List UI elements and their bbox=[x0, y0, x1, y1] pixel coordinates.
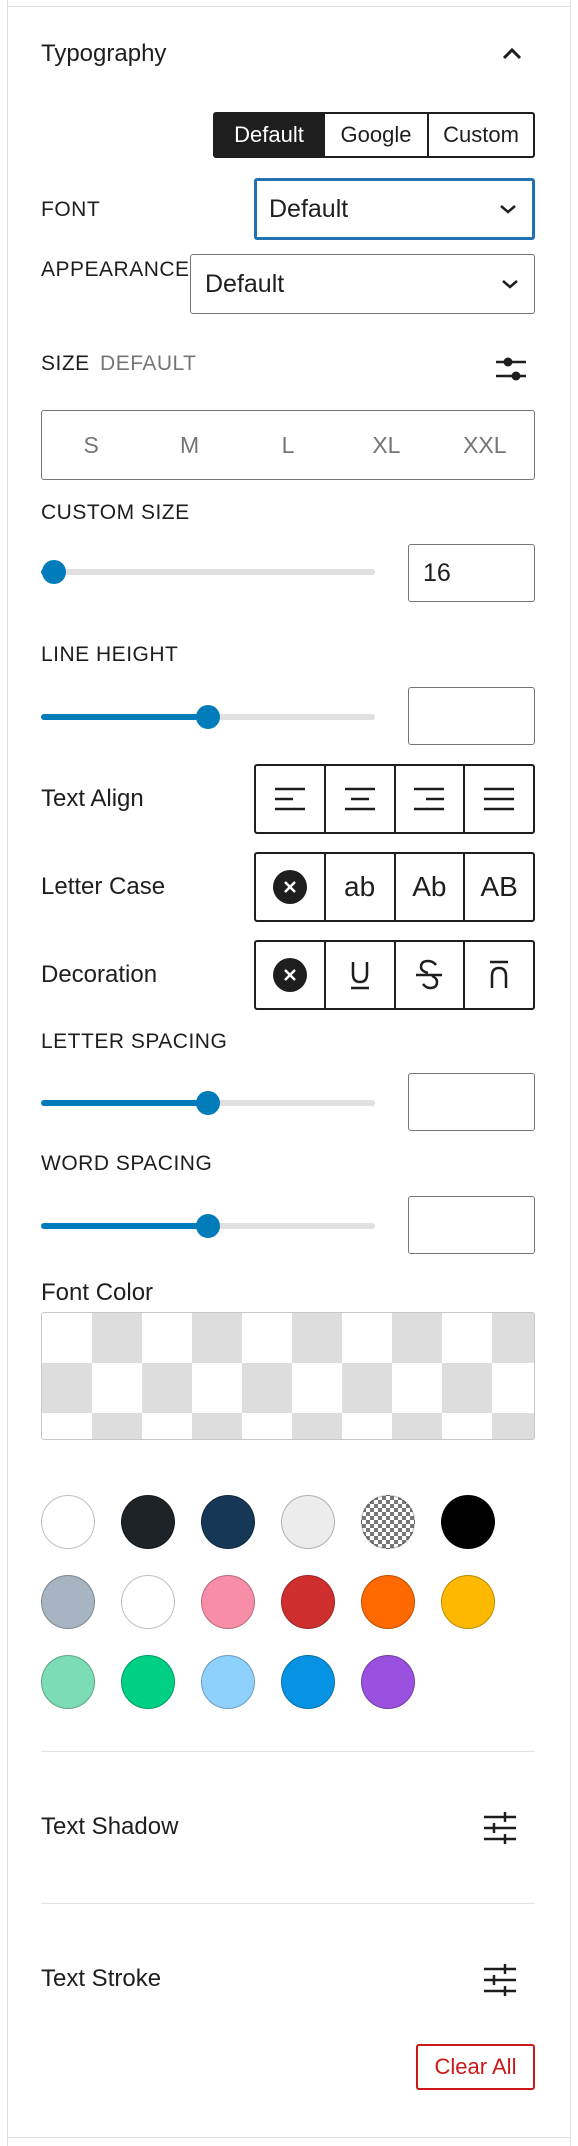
bottom-border bbox=[7, 2137, 571, 2138]
size-option-m[interactable]: M bbox=[140, 411, 238, 479]
text-align-group bbox=[254, 764, 535, 834]
color-swatch[interactable] bbox=[281, 1575, 335, 1629]
color-swatch[interactable] bbox=[121, 1495, 175, 1549]
slider-thumb[interactable] bbox=[42, 560, 67, 584]
sliders-icon[interactable] bbox=[494, 352, 528, 386]
color-swatch[interactable] bbox=[441, 1575, 495, 1629]
font-color-label: Font Color bbox=[41, 1279, 154, 1306]
settings-sliders-icon[interactable] bbox=[483, 1963, 517, 1997]
decoration-label: Decoration bbox=[41, 961, 158, 988]
color-swatch[interactable] bbox=[441, 1495, 495, 1549]
size-label: SIZE DEFAULT bbox=[41, 352, 197, 376]
slider-track bbox=[41, 569, 375, 575]
underline-icon[interactable] bbox=[323, 942, 394, 1008]
size-label-text: SIZE bbox=[41, 352, 90, 375]
font-source-toggle: Default Google Custom bbox=[213, 112, 535, 158]
color-swatch[interactable] bbox=[281, 1655, 335, 1709]
word-spacing-input[interactable] bbox=[408, 1196, 535, 1254]
letter-case-group: ab Ab AB bbox=[254, 852, 535, 922]
font-source-default-button[interactable]: Default bbox=[215, 114, 323, 156]
decoration-group bbox=[254, 940, 535, 1010]
divider bbox=[41, 1751, 535, 1752]
color-swatch[interactable] bbox=[361, 1575, 415, 1629]
overline-icon[interactable] bbox=[463, 942, 533, 1008]
align-left-icon[interactable] bbox=[256, 766, 324, 832]
font-source-google-button[interactable]: Google bbox=[323, 114, 427, 156]
section-title: Typography bbox=[41, 40, 167, 67]
line-height-slider[interactable] bbox=[41, 705, 375, 729]
letter-case-capitalize-button[interactable]: Ab bbox=[393, 854, 464, 920]
text-stroke-label: Text Stroke bbox=[41, 1965, 162, 1992]
slider-fill bbox=[41, 1100, 208, 1106]
slider-thumb[interactable] bbox=[196, 1214, 220, 1238]
font-label: FONT bbox=[41, 198, 101, 221]
chevron-down-icon bbox=[500, 205, 516, 214]
color-swatch[interactable] bbox=[41, 1575, 95, 1629]
color-swatch[interactable] bbox=[281, 1495, 335, 1549]
top-border bbox=[7, 6, 571, 7]
clear-all-button[interactable]: Clear All bbox=[416, 2044, 535, 2090]
font-source-custom-button[interactable]: Custom bbox=[427, 114, 533, 156]
color-swatch[interactable] bbox=[41, 1495, 95, 1549]
font-select[interactable]: Default bbox=[254, 178, 535, 240]
chevron-up-icon[interactable] bbox=[496, 38, 528, 70]
color-swatch[interactable] bbox=[361, 1655, 415, 1709]
size-option-xl[interactable]: XL bbox=[337, 411, 435, 479]
color-swatch[interactable] bbox=[201, 1575, 255, 1629]
custom-size-label: CUSTOM SIZE bbox=[41, 501, 190, 524]
font-select-value: Default bbox=[269, 194, 349, 223]
divider bbox=[41, 1903, 535, 1904]
custom-size-slider[interactable] bbox=[41, 560, 375, 584]
text-shadow-label: Text Shadow bbox=[41, 1813, 179, 1840]
letter-case-lowercase-button[interactable]: ab bbox=[323, 854, 394, 920]
color-swatch[interactable] bbox=[361, 1495, 415, 1549]
slider-fill bbox=[41, 714, 208, 720]
color-swatch[interactable] bbox=[201, 1655, 255, 1709]
align-center-icon[interactable] bbox=[323, 766, 394, 832]
letter-spacing-label: LETTER SPACING bbox=[41, 1030, 228, 1053]
appearance-select[interactable]: Default bbox=[190, 254, 535, 314]
line-height-input[interactable] bbox=[408, 687, 535, 745]
slider-fill bbox=[41, 1223, 208, 1229]
color-swatch[interactable] bbox=[121, 1575, 175, 1629]
text-align-label: Text Align bbox=[41, 785, 144, 812]
word-spacing-label: WORD SPACING bbox=[41, 1152, 213, 1175]
font-color-preview[interactable] bbox=[41, 1312, 535, 1440]
color-swatch[interactable] bbox=[41, 1655, 95, 1709]
color-swatch[interactable] bbox=[201, 1495, 255, 1549]
appearance-select-value: Default bbox=[205, 269, 285, 298]
size-picker: S M L XL XXL bbox=[41, 410, 535, 480]
align-justify-icon[interactable] bbox=[463, 766, 533, 832]
settings-sliders-icon[interactable] bbox=[483, 1811, 517, 1845]
strikethrough-icon[interactable] bbox=[393, 942, 464, 1008]
color-swatch[interactable] bbox=[121, 1655, 175, 1709]
size-option-xxl[interactable]: XXL bbox=[436, 411, 534, 479]
slider-thumb[interactable] bbox=[196, 1091, 220, 1115]
none-icon bbox=[272, 870, 307, 904]
line-height-label: LINE HEIGHT bbox=[41, 643, 179, 666]
letter-spacing-slider[interactable] bbox=[41, 1091, 375, 1115]
none-icon bbox=[272, 958, 307, 992]
appearance-label: APPEARANCE bbox=[41, 258, 190, 281]
slider-thumb[interactable] bbox=[196, 705, 220, 729]
word-spacing-slider[interactable] bbox=[41, 1214, 375, 1238]
size-option-l[interactable]: L bbox=[239, 411, 337, 479]
align-right-icon[interactable] bbox=[393, 766, 464, 832]
letter-case-none-button[interactable] bbox=[256, 854, 324, 920]
letter-case-label: Letter Case bbox=[41, 873, 166, 900]
letter-case-uppercase-button[interactable]: AB bbox=[463, 854, 533, 920]
custom-size-input[interactable]: 16 bbox=[408, 544, 535, 602]
letter-spacing-input[interactable] bbox=[408, 1073, 535, 1131]
chevron-down-icon bbox=[502, 280, 518, 289]
size-default-label: DEFAULT bbox=[100, 352, 197, 375]
decoration-none-button[interactable] bbox=[256, 942, 324, 1008]
size-option-s[interactable]: S bbox=[42, 411, 140, 479]
